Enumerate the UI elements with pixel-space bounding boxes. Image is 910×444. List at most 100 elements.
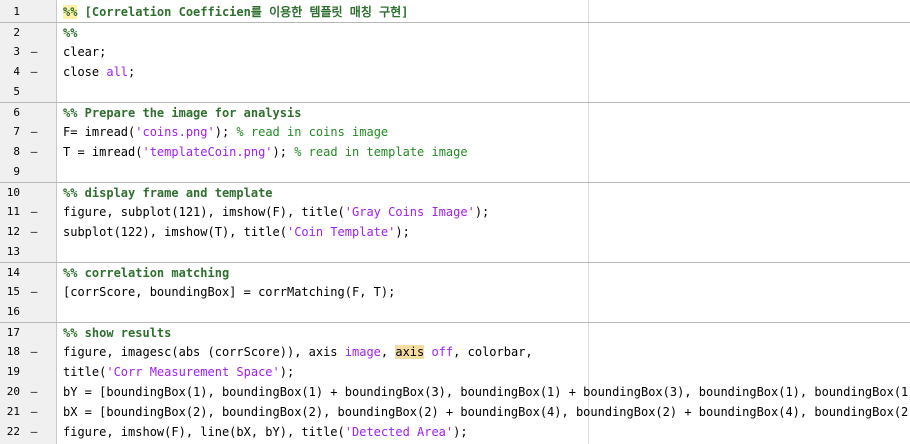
code-line[interactable]: 13 — [0, 242, 910, 262]
line-number: 8 — [13, 145, 20, 158]
code-text[interactable]: title('Corr Measurement Space'); — [63, 362, 910, 382]
code-token: ); — [279, 365, 295, 379]
code-token: axis — [395, 345, 425, 359]
code-text[interactable]: [corrScore, boundingBox] = corrMatching(… — [63, 282, 910, 302]
code-line[interactable]: 2%% — [0, 22, 910, 43]
code-line[interactable]: 11– figure, subplot(121), imshow(F), titl… — [0, 202, 910, 222]
code-token: ; — [128, 65, 136, 79]
code-text[interactable]: clear; — [63, 42, 910, 62]
code-token: 'Coin Template' — [286, 225, 396, 239]
code-line[interactable]: 14 %% correlation matching — [0, 262, 910, 283]
code-token: ); — [272, 145, 295, 159]
code-line[interactable]: 15– [corrScore, boundingBox] = corrMatchi… — [0, 282, 910, 302]
code-editor[interactable]: 1%% [Correlation Coefficien를 이용한 템플릿 매칭 … — [0, 0, 910, 444]
line-number: 4 — [13, 65, 20, 78]
code-token: %% — [63, 5, 78, 19]
code-line[interactable]: 8– T = imread('templateCoin.png'); % read… — [0, 142, 910, 162]
breakpoint-marker[interactable]: – — [29, 402, 39, 422]
code-token: figure, imshow(F), line(bX, bY), title( — [63, 425, 345, 439]
code-line[interactable]: 1%% [Correlation Coefficien를 이용한 템플릿 매칭 … — [0, 2, 910, 22]
line-number: 3 — [13, 45, 20, 58]
breakpoint-marker[interactable]: – — [29, 122, 39, 142]
line-number: 14 — [6, 266, 20, 279]
code-text[interactable]: %% — [63, 23, 910, 43]
line-number: 19 — [6, 365, 20, 378]
line-number: 5 — [13, 85, 20, 98]
code-token: ); — [395, 225, 410, 239]
code-text[interactable]: T = imread('templateCoin.png'); % read i… — [63, 142, 910, 162]
code-text[interactable]: figure, imshow(F), line(bX, bY), title('… — [63, 422, 910, 442]
code-line[interactable]: 20– bY = [boundingBox(1), boundingBox(1) … — [0, 382, 910, 402]
code-line[interactable]: 12– subplot(122), imshow(T), title('Coin … — [0, 222, 910, 242]
code-token: ); — [453, 425, 468, 439]
code-token: image — [344, 345, 381, 359]
line-number: 2 — [13, 26, 20, 39]
code-text[interactable]: F= imread('coins.png'); % read in coins … — [63, 122, 910, 142]
code-line[interactable]: 22– figure, imshow(F), line(bX, bY), titl… — [0, 422, 910, 442]
code-token: , colorbar, — [453, 345, 533, 359]
code-token: [corrScore, boundingBox] = corrMatching(… — [63, 285, 396, 299]
line-number: 7 — [13, 125, 20, 138]
code-text[interactable]: %% correlation matching — [63, 263, 910, 283]
breakpoint-marker[interactable]: – — [29, 62, 39, 82]
code-text[interactable]: figure, imagesc(abs (corrScore)), axis i… — [63, 342, 910, 362]
code-token: off — [431, 345, 454, 359]
line-number: 20 — [6, 385, 20, 398]
line-number: 12 — [6, 225, 20, 238]
code-line[interactable]: 18– figure, imagesc(abs (corrScore)), axi… — [0, 342, 910, 362]
code-token: ); — [214, 125, 237, 139]
code-token: bY = [boundingBox(1), boundingBox(1) + b… — [63, 385, 910, 399]
code-text[interactable]: figure, subplot(121), imshow(F), title('… — [63, 202, 910, 222]
code-text[interactable]: %% Prepare the image for analysis — [63, 103, 910, 123]
code-token: %% — [63, 26, 78, 40]
code-token: , — [380, 345, 396, 359]
code-line[interactable]: 21– bX = [boundingBox(2), boundingBox(2),… — [0, 402, 910, 422]
breakpoint-marker[interactable]: – — [29, 222, 39, 242]
code-line[interactable]: 7– F= imread('coins.png'); % read in coin… — [0, 122, 910, 142]
code-text[interactable]: bY = [boundingBox(1), boundingBox(1) + b… — [63, 382, 910, 402]
line-number: 11 — [6, 205, 20, 218]
code-text[interactable]: close all; — [63, 62, 910, 82]
code-token: [Correlation Coefficien를 이용한 템플릿 매칭 구현] — [77, 5, 409, 19]
code-line[interactable]: 19 title('Corr Measurement Space'); — [0, 362, 910, 382]
code-text[interactable]: %% [Correlation Coefficien를 이용한 템플릿 매칭 구… — [63, 2, 910, 22]
code-token: 'coins.png' — [135, 125, 215, 139]
line-number: 16 — [6, 305, 20, 318]
code-token: F= imread( — [63, 125, 136, 139]
code-text[interactable]: %% show results — [63, 323, 910, 343]
code-token: ); — [474, 205, 490, 219]
code-line[interactable]: 5 — [0, 82, 910, 102]
code-token: %% Prepare the image for analysis — [63, 106, 302, 120]
code-line[interactable]: 17 %% show results — [0, 322, 910, 343]
code-line[interactable]: 10 %% display frame and template — [0, 182, 910, 203]
code-text[interactable]: bX = [boundingBox(2), boundingBox(2), bo… — [63, 402, 910, 422]
line-number: 15 — [6, 285, 20, 298]
line-number: 10 — [6, 186, 20, 199]
breakpoint-marker[interactable]: – — [29, 342, 39, 362]
code-token: %% show results — [63, 326, 172, 340]
code-text[interactable]: %% display frame and template — [63, 183, 910, 203]
breakpoint-marker[interactable]: – — [29, 382, 39, 402]
breakpoint-marker[interactable]: – — [29, 142, 39, 162]
breakpoint-marker[interactable]: – — [29, 422, 39, 442]
line-number: 6 — [13, 106, 20, 119]
code-token: 'Gray Coins Image' — [344, 205, 475, 219]
code-token: % read in template image — [294, 145, 468, 159]
code-line[interactable]: 3– clear; — [0, 42, 910, 62]
line-number: 22 — [6, 425, 20, 438]
code-token: subplot(122), imshow(T), title( — [63, 225, 287, 239]
code-line[interactable]: 4– close all; — [0, 62, 910, 82]
breakpoint-marker[interactable]: – — [29, 202, 39, 222]
code-token: 'Corr Measurement Space' — [106, 365, 280, 379]
code-text[interactable]: subplot(122), imshow(T), title('Coin Tem… — [63, 222, 910, 242]
breakpoint-marker[interactable]: – — [29, 282, 39, 302]
line-number: 18 — [6, 345, 20, 358]
code-token: T = imread( — [63, 145, 143, 159]
code-token: clear; — [63, 45, 107, 59]
code-line[interactable]: 9 — [0, 162, 910, 182]
line-number: 17 — [6, 326, 20, 339]
code-token: %% display frame and template — [63, 186, 273, 200]
code-line[interactable]: 6 %% Prepare the image for analysis — [0, 102, 910, 123]
code-line[interactable]: 16 — [0, 302, 910, 322]
breakpoint-marker[interactable]: – — [29, 42, 39, 62]
